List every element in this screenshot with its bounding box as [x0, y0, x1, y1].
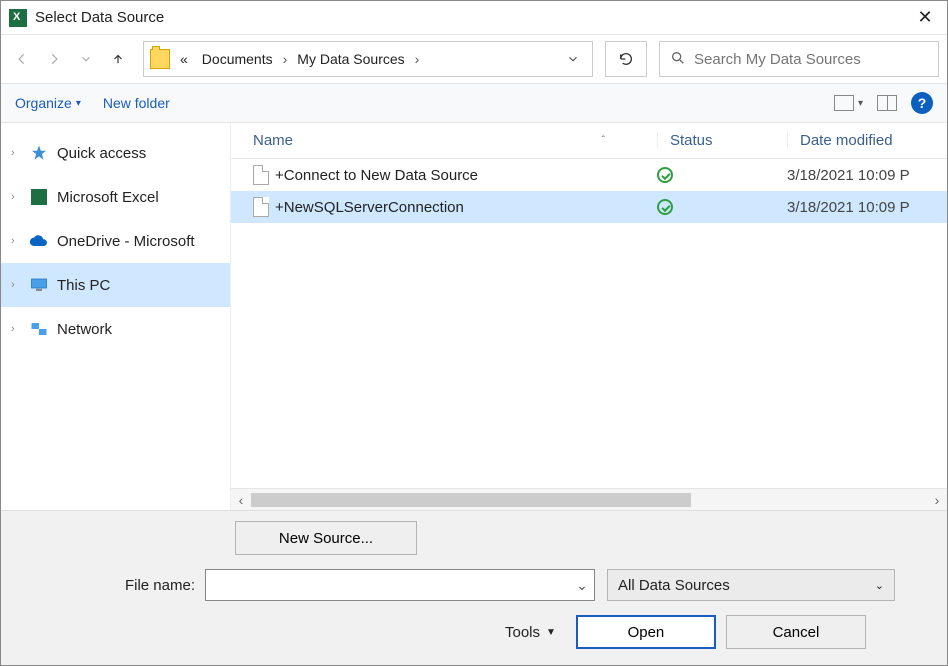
up-button[interactable] [105, 46, 131, 72]
nav-row: « Documents › My Data Sources › [1, 35, 947, 83]
refresh-button[interactable] [605, 41, 647, 77]
expand-icon: › [11, 235, 21, 247]
chevron-right-icon: › [415, 51, 420, 67]
folder-icon [150, 49, 170, 69]
breadcrumb-my-data-sources[interactable]: My Data Sources [293, 49, 408, 69]
excel-icon [9, 9, 27, 27]
file-name: +Connect to New Data Source [275, 167, 478, 184]
chevron-right-icon: › [283, 51, 288, 67]
file-list-panel: Name ˆ Status Date modified +Connect to … [231, 123, 947, 510]
view-mode-button[interactable]: ▾ [834, 95, 863, 111]
tools-menu[interactable]: Tools ▼ [505, 624, 556, 641]
status-ok-icon [657, 199, 673, 215]
address-bar[interactable]: « Documents › My Data Sources › [143, 41, 593, 77]
expand-icon: › [11, 323, 21, 335]
filter-label: All Data Sources [618, 577, 730, 594]
organize-button[interactable]: Organize ▾ [15, 95, 81, 111]
expand-icon: › [11, 279, 21, 291]
filename-label: File name: [95, 577, 195, 594]
star-icon [29, 143, 49, 163]
column-headers: Name ˆ Status Date modified [231, 123, 947, 159]
file-icon [253, 197, 269, 217]
tools-label: Tools [505, 624, 540, 641]
close-button[interactable]: ✕ [911, 7, 939, 28]
main-content: › Quick access › Microsoft Excel › OneDr… [1, 123, 947, 510]
chevron-down-icon: ⌄ [875, 579, 884, 592]
sidebar-item-this-pc[interactable]: › This PC [1, 263, 230, 307]
sidebar-label: Microsoft Excel [57, 189, 159, 206]
file-row[interactable]: +Connect to New Data Source 3/18/2021 10… [231, 159, 947, 191]
search-input[interactable] [694, 51, 928, 68]
pc-icon [29, 275, 49, 295]
open-button[interactable]: Open [576, 615, 716, 649]
search-box[interactable] [659, 41, 939, 77]
breadcrumb-prefix: « [176, 49, 192, 69]
status-ok-icon [657, 167, 673, 183]
preview-pane-button[interactable] [877, 95, 897, 111]
scroll-left-icon[interactable]: ‹ [231, 492, 251, 508]
address-dropdown-button[interactable] [560, 46, 586, 72]
toolbar: Organize ▾ New folder ▾ ? [1, 83, 947, 123]
file-name: +NewSQLServerConnection [275, 199, 464, 216]
list-view-icon [834, 95, 854, 111]
network-icon [29, 319, 49, 339]
chevron-down-icon: ▼ [546, 627, 556, 638]
excel-icon [29, 187, 49, 207]
new-source-button[interactable]: New Source... [235, 521, 417, 555]
back-button[interactable] [9, 46, 35, 72]
help-button[interactable]: ? [911, 92, 933, 114]
sidebar-item-onedrive[interactable]: › OneDrive - Microsoft [1, 219, 230, 263]
file-type-filter[interactable]: All Data Sources ⌄ [607, 569, 895, 601]
expand-icon: › [11, 147, 21, 159]
column-date[interactable]: Date modified [787, 132, 947, 149]
filename-input[interactable] [206, 577, 570, 594]
filename-combobox[interactable]: ⌄ [205, 569, 595, 601]
expand-icon: › [11, 191, 21, 203]
column-status[interactable]: Status [657, 132, 787, 149]
dialog-window: Select Data Source ✕ « Documents › My Da… [0, 0, 948, 666]
file-icon [253, 165, 269, 185]
window-title: Select Data Source [35, 9, 911, 26]
sidebar-label: Quick access [57, 145, 146, 162]
scroll-thumb[interactable] [251, 493, 691, 507]
sidebar-label: OneDrive - Microsoft [57, 233, 195, 250]
organize-label: Organize [15, 95, 72, 111]
chevron-down-icon: ▾ [858, 98, 863, 109]
sidebar-item-network[interactable]: › Network [1, 307, 230, 351]
file-rows: +Connect to New Data Source 3/18/2021 10… [231, 159, 947, 488]
sidebar-item-quick-access[interactable]: › Quick access [1, 131, 230, 175]
sidebar-label: Network [57, 321, 112, 338]
file-date: 3/18/2021 10:09 P [787, 167, 947, 184]
sidebar-item-excel[interactable]: › Microsoft Excel [1, 175, 230, 219]
file-row[interactable]: +NewSQLServerConnection 3/18/2021 10:09 … [231, 191, 947, 223]
sort-ascending-icon: ˆ [602, 135, 605, 146]
chevron-down-icon[interactable]: ⌄ [570, 577, 594, 594]
scroll-right-icon[interactable]: › [927, 492, 947, 508]
column-name[interactable]: Name ˆ [231, 132, 657, 149]
column-name-label: Name [253, 132, 293, 149]
search-icon [670, 50, 686, 69]
forward-button[interactable] [41, 46, 67, 72]
scroll-track[interactable] [251, 491, 927, 509]
cancel-button[interactable]: Cancel [726, 615, 866, 649]
sidebar: › Quick access › Microsoft Excel › OneDr… [1, 123, 231, 510]
new-folder-button[interactable]: New folder [103, 95, 170, 111]
sidebar-label: This PC [57, 277, 110, 294]
breadcrumb-documents[interactable]: Documents [198, 49, 277, 69]
bottom-panel: New Source... File name: ⌄ All Data Sour… [1, 510, 947, 665]
titlebar: Select Data Source ✕ [1, 1, 947, 35]
recent-locations-button[interactable] [73, 46, 99, 72]
file-date: 3/18/2021 10:09 P [787, 199, 947, 216]
horizontal-scrollbar[interactable]: ‹ › [231, 488, 947, 510]
view-controls: ▾ ? [834, 92, 933, 114]
chevron-down-icon: ▾ [76, 98, 81, 109]
cloud-icon [29, 231, 49, 251]
